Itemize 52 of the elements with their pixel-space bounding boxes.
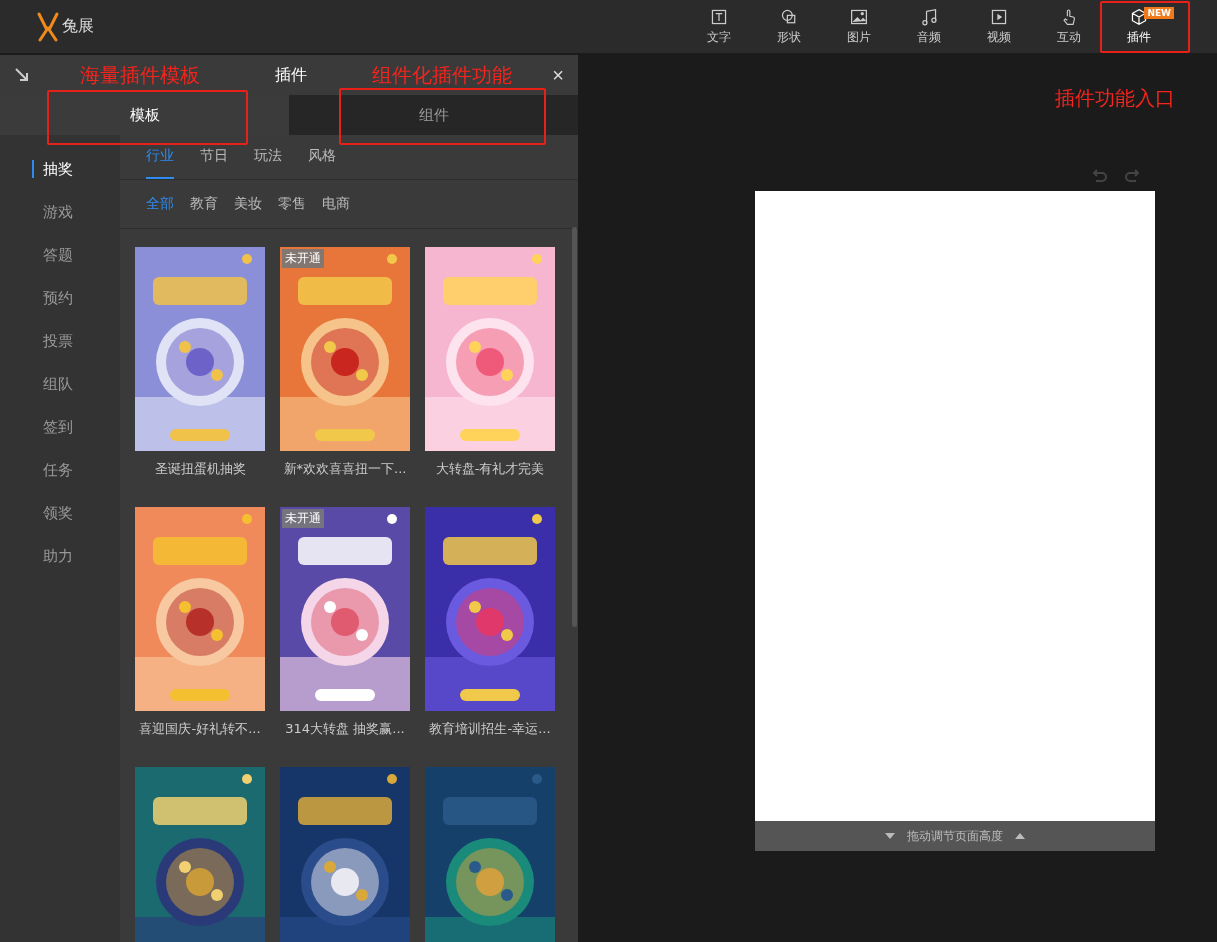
category-tab[interactable]: 行业 <box>146 135 174 179</box>
resize-hint: 拖动调节页面高度 <box>907 827 1003 845</box>
toolbar-button[interactable]: NEW 插件 <box>1104 4 1174 49</box>
filter-tag[interactable]: 电商 <box>322 195 350 213</box>
filter-tag[interactable]: 教育 <box>190 195 218 213</box>
annotation-text: 组件化插件功能 <box>372 62 512 89</box>
template-title[interactable]: 新*欢欢喜喜扭一下... <box>275 460 415 478</box>
category-tab[interactable]: 玩法 <box>254 135 282 179</box>
sidebar-item[interactable]: 领奖 <box>0 492 120 535</box>
sidebar-item[interactable]: 预约 <box>0 277 120 320</box>
toolbar-button[interactable]: 文字 <box>684 4 754 49</box>
panel-title: 插件 <box>275 64 308 86</box>
sidebar-item[interactable]: 答题 <box>0 234 120 277</box>
filter-tag[interactable]: 全部 <box>146 195 174 213</box>
template-title[interactable]: 大转盘-有礼才完美 <box>420 460 560 478</box>
template-title[interactable]: 314大转盘 抽奖赢... <box>275 720 415 738</box>
down-triangle-icon <box>885 833 895 839</box>
scrollbar[interactable] <box>572 227 577 627</box>
toolbar-button[interactable]: 图片 <box>824 4 894 49</box>
toolbar-button[interactable]: 视频 <box>964 4 1034 49</box>
annotation-text: 插件功能入口 <box>1055 85 1175 112</box>
locked-badge: 未开通 <box>282 249 324 268</box>
logo-text: 兔展 <box>62 16 94 37</box>
sidebar-item[interactable]: 组队 <box>0 363 120 406</box>
template-title[interactable]: 教育培训招生-幸运... <box>420 720 560 738</box>
tab[interactable]: 组件 <box>289 95 578 135</box>
new-badge: NEW <box>1144 6 1174 19</box>
sidebar-item[interactable]: 签到 <box>0 406 120 449</box>
up-triangle-icon <box>1015 833 1025 839</box>
locked-badge: 未开通 <box>282 509 324 528</box>
annotation-text: 海量插件模板 <box>80 62 200 89</box>
category-tab[interactable]: 风格 <box>308 135 336 179</box>
sidebar-item[interactable]: 任务 <box>0 449 120 492</box>
category-tab[interactable]: 节日 <box>200 135 228 179</box>
toolbar-button[interactable]: 互动 <box>1034 4 1104 49</box>
toolbar-button[interactable]: 形状 <box>754 4 824 49</box>
template-title[interactable]: 圣诞扭蛋机抽奖 <box>130 460 270 478</box>
sidebar-item[interactable]: 助力 <box>0 535 120 578</box>
filter-tag[interactable]: 零售 <box>278 195 306 213</box>
collapse-arrow-icon[interactable] <box>14 67 30 83</box>
close-button[interactable]: × <box>552 63 564 87</box>
sidebar-item[interactable]: 游戏 <box>0 191 120 234</box>
template-title[interactable]: 喜迎国庆-好礼转不... <box>130 720 270 738</box>
image-icon <box>848 7 870 26</box>
undo-icon[interactable] <box>1092 167 1108 183</box>
sidebar-item[interactable]: 投票 <box>0 320 120 363</box>
resize-bar[interactable]: 拖动调节页面高度 <box>755 821 1155 851</box>
tab[interactable]: 模板 <box>0 95 289 135</box>
filter-tag[interactable]: 美妆 <box>234 195 262 213</box>
toolbar-button[interactable]: 音频 <box>894 4 964 49</box>
sidebar-item[interactable]: 抽奖 <box>0 148 120 191</box>
redo-icon[interactable] <box>1124 167 1140 183</box>
